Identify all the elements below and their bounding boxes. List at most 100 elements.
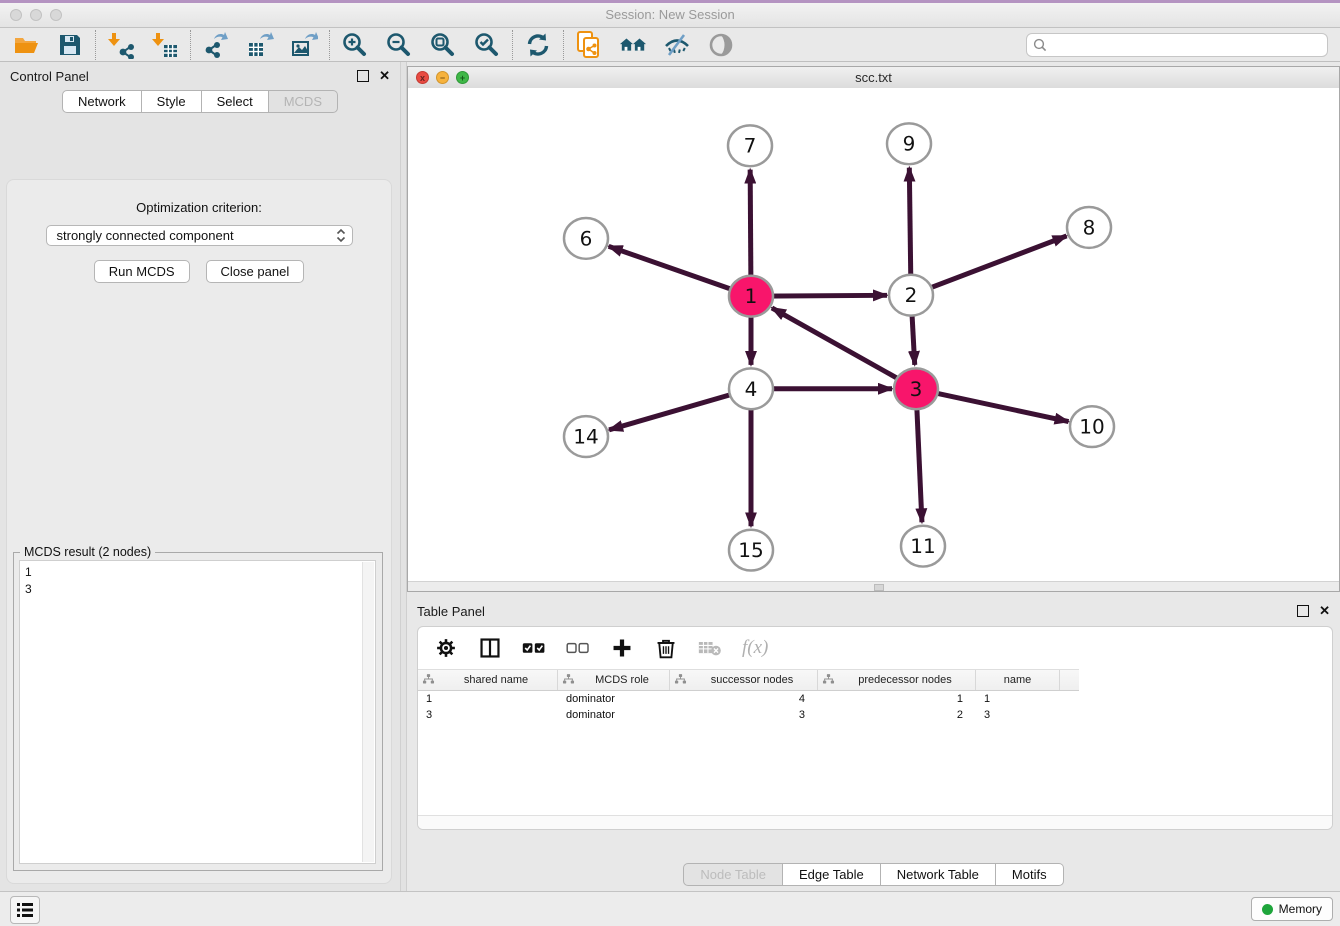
svg-text:6: 6 [580,226,593,250]
save-session-icon[interactable] [56,31,84,59]
svg-text:1: 1 [745,284,758,308]
table-panel: Table Panel ✕ [407,598,1340,892]
tab-edge-table[interactable]: Edge Table [783,863,881,886]
show-columns-icon[interactable] [478,636,502,660]
graph-node-15[interactable]: 15 [729,530,773,571]
import-network-icon[interactable] [107,31,135,59]
result-scrollbar[interactable] [362,562,374,862]
deselect-all-columns-icon[interactable] [566,636,590,660]
column-tree-icon [674,673,687,688]
graph-node-9[interactable]: 9 [887,123,931,164]
float-panel-icon[interactable] [357,70,369,82]
network-close-icon[interactable]: x [416,71,429,84]
table-body: 1dominator4113dominator323 [418,691,1332,723]
tab-mcds[interactable]: MCDS [269,90,338,113]
tab-network[interactable]: Network [62,90,142,113]
column-header-MCDS-role[interactable]: MCDS role [558,670,670,690]
table-settings-icon[interactable] [434,636,458,660]
criterion-value: strongly connected component [57,228,336,243]
search-input[interactable] [1052,36,1321,53]
select-all-columns-icon[interactable] [522,636,546,660]
toolbar-separator [190,30,191,60]
workspace: x − + scc.txt 1 2 3 4 6 7 8 9 10 11 14 15 Table Pan… [407,62,1340,892]
criterion-dropdown[interactable]: strongly connected component [46,225,353,246]
column-tree-icon [822,673,835,688]
network-window-title: scc.txt [855,70,892,85]
delete-column-icon[interactable] [654,636,678,660]
tab-select[interactable]: Select [202,90,269,113]
svg-text:11: 11 [910,534,935,558]
table-row[interactable]: 1dominator411 [418,691,1332,707]
export-table-icon[interactable] [246,31,274,59]
graph-node-3[interactable]: 3 [894,368,938,409]
export-image-icon[interactable] [290,31,318,59]
export-network-icon[interactable] [202,31,230,59]
graph-edge-3-10[interactable] [916,389,1069,422]
graph-edge-3-1[interactable] [772,308,916,389]
graph-edge-2-8[interactable] [911,236,1067,295]
column-header-predecessor-nodes[interactable]: predecessor nodes [818,670,976,690]
graph-node-1[interactable]: 1 [729,276,773,317]
graph-node-10[interactable]: 10 [1070,406,1114,447]
mcds-result-text[interactable]: 1 3 [19,560,376,864]
tab-style[interactable]: Style [142,90,202,113]
search-box[interactable] [1026,33,1328,57]
network-hscrollbar[interactable] [408,581,1339,591]
node-table-card: f(x) shared nameMCDS rolesuccessor nodes… [417,626,1333,830]
column-header-successor-nodes[interactable]: successor nodes [670,670,818,690]
task-history-button[interactable] [10,896,40,924]
toolbar-separator [563,30,564,60]
mcds-result-lines: 1 3 [25,565,32,596]
hide-selected-icon[interactable] [663,31,691,59]
close-panel-icon[interactable]: ✕ [379,71,390,81]
duplicate-network-icon[interactable] [575,31,603,59]
network-zoom-icon[interactable]: + [456,71,469,84]
add-column-icon[interactable] [610,636,634,660]
tab-network-table[interactable]: Network Table [881,863,996,886]
table-hscrollbar[interactable] [418,815,1332,829]
close-window-button[interactable] [10,9,22,21]
graph-node-6[interactable]: 6 [564,218,608,259]
column-header-name[interactable]: name [976,670,1060,690]
tab-node-table[interactable]: Node Table [683,863,783,886]
zoom-in-icon[interactable] [341,31,369,59]
show-all-icon[interactable] [707,31,735,59]
svg-text:3: 3 [910,377,923,401]
run-mcds-button[interactable]: Run MCDS [94,260,190,283]
open-session-icon[interactable] [12,31,40,59]
graph-node-11[interactable]: 11 [901,526,945,567]
close-panel-button[interactable]: Close panel [206,260,305,283]
network-window-titlebar[interactable]: x − + scc.txt [408,67,1339,89]
tab-motifs[interactable]: Motifs [996,863,1064,886]
zoom-fit-icon[interactable] [429,31,457,59]
graph-node-7[interactable]: 7 [728,125,772,166]
memory-label: Memory [1279,902,1322,916]
first-neighbors-icon[interactable] [619,31,647,59]
svg-text:4: 4 [745,377,758,401]
list-icon [16,902,34,918]
minimize-window-button[interactable] [30,9,42,21]
dropdown-stepper-icon [336,228,346,243]
float-table-panel-icon[interactable] [1297,605,1309,617]
graph-node-2[interactable]: 2 [889,275,933,316]
panel-splitter[interactable] [400,62,407,892]
import-table-icon[interactable] [151,31,179,59]
refresh-view-icon[interactable] [524,31,552,59]
graph-node-14[interactable]: 14 [564,416,608,457]
zoom-window-button[interactable] [50,9,62,21]
svg-text:10: 10 [1079,415,1104,439]
table-toolbar: f(x) [418,627,1332,669]
network-view-window: x − + scc.txt 1 2 3 4 6 7 8 9 10 11 14 15 [407,66,1340,592]
svg-text:2: 2 [905,283,918,307]
network-canvas[interactable]: 1 2 3 4 6 7 8 9 10 11 14 15 [408,88,1339,582]
network-minimize-icon[interactable]: − [436,71,449,84]
zoom-selected-icon[interactable] [473,31,501,59]
column-header-shared-name[interactable]: shared name [418,670,558,690]
graph-node-8[interactable]: 8 [1067,207,1111,248]
status-bar: Memory [0,891,1340,926]
graph-node-4[interactable]: 4 [729,368,773,409]
zoom-out-icon[interactable] [385,31,413,59]
close-table-panel-icon[interactable]: ✕ [1319,606,1330,616]
table-row[interactable]: 3dominator323 [418,707,1332,723]
memory-button[interactable]: Memory [1251,897,1333,921]
